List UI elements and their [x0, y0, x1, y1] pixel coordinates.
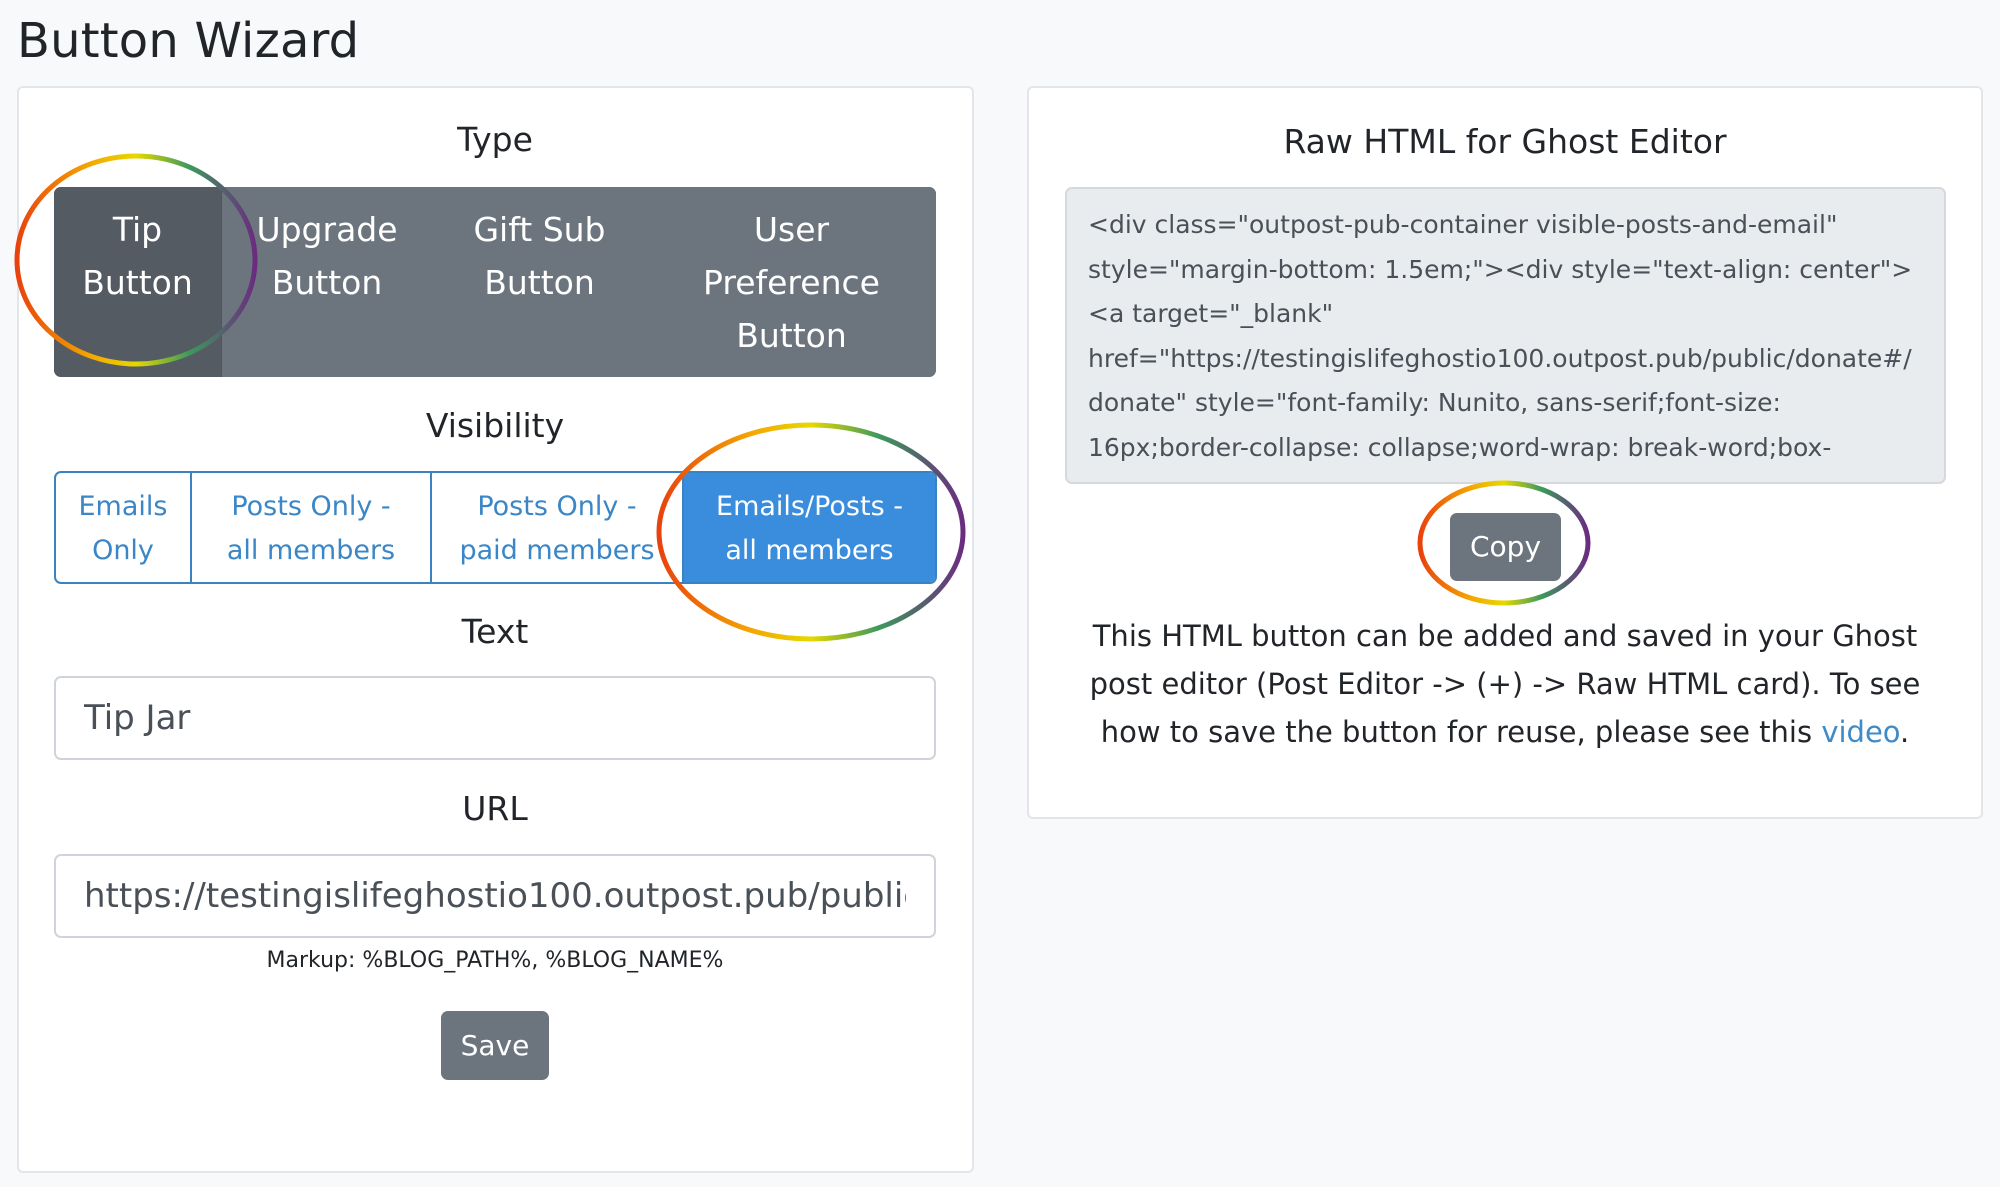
visibility-option-posts-all-members[interactable]: Posts Only - all members [192, 473, 432, 582]
url-label: URL [462, 789, 528, 828]
option-label-line: Upgrade [256, 210, 398, 249]
visibility-label: Visibility [425, 406, 565, 445]
option-label-line: Posts Only - [477, 491, 637, 522]
option-label-line: all members [226, 535, 396, 566]
visibility-option-posts-paid-members[interactable]: Posts Only - paid members [432, 473, 684, 582]
option-label-line: Posts Only - [231, 491, 391, 522]
type-label: Type [457, 120, 533, 159]
type-option-gift-sub-button[interactable]: Gift Sub Button [432, 187, 647, 377]
text-label: Text [461, 612, 529, 651]
raw-html-code-textarea[interactable]: <div class="outpost-pub-container visibl… [1065, 187, 1946, 484]
copy-button[interactable]: Copy [1450, 513, 1561, 581]
type-option-upgrade-button[interactable]: Upgrade Button [222, 187, 432, 377]
option-label-line: Button [271, 263, 383, 302]
visibility-option-emails-posts-all-members[interactable]: Emails/Posts - all members [684, 473, 935, 582]
option-label-line: Button [484, 263, 595, 302]
option-label-line: Emails [78, 491, 168, 522]
instructions-suffix: . [1900, 715, 1910, 749]
video-link[interactable]: video [1821, 715, 1900, 749]
option-label-line: paid members [459, 535, 655, 566]
instructions-prefix: This HTML button can be added and saved … [1089, 619, 1921, 749]
raw-html-title: Raw HTML for Ghost Editor [1283, 122, 1727, 161]
type-option-user-preference-button[interactable]: User Preference Button [647, 187, 936, 377]
button-text-input[interactable] [54, 676, 936, 760]
option-label-line: Preference [703, 263, 880, 302]
option-label-line: Button [82, 263, 193, 302]
type-button-group: Tip Button Upgrade Button Gift Sub Butto… [54, 187, 936, 377]
markup-hint: Markup: %BLOG_PATH%, %BLOG_NAME% [266, 948, 724, 973]
save-button[interactable]: Save [441, 1011, 549, 1080]
visibility-button-group: Emails Only Posts Only - all members Pos… [54, 471, 937, 584]
instructions-text: This HTML button can be added and saved … [1060, 612, 1950, 756]
option-label-line: Tip [112, 210, 163, 249]
visibility-option-emails-only[interactable]: Emails Only [56, 473, 192, 582]
page-title: Button Wizard [17, 13, 360, 69]
option-label-line: Only [92, 535, 154, 566]
button-url-input[interactable] [54, 854, 936, 938]
option-label-line: all members [725, 535, 894, 566]
option-label-line: Emails/Posts - [716, 491, 903, 522]
option-label-line: Gift Sub [473, 210, 606, 249]
option-label-line: User [753, 210, 830, 249]
type-option-tip-button[interactable]: Tip Button [54, 187, 222, 377]
option-label-line: Button [736, 316, 847, 355]
